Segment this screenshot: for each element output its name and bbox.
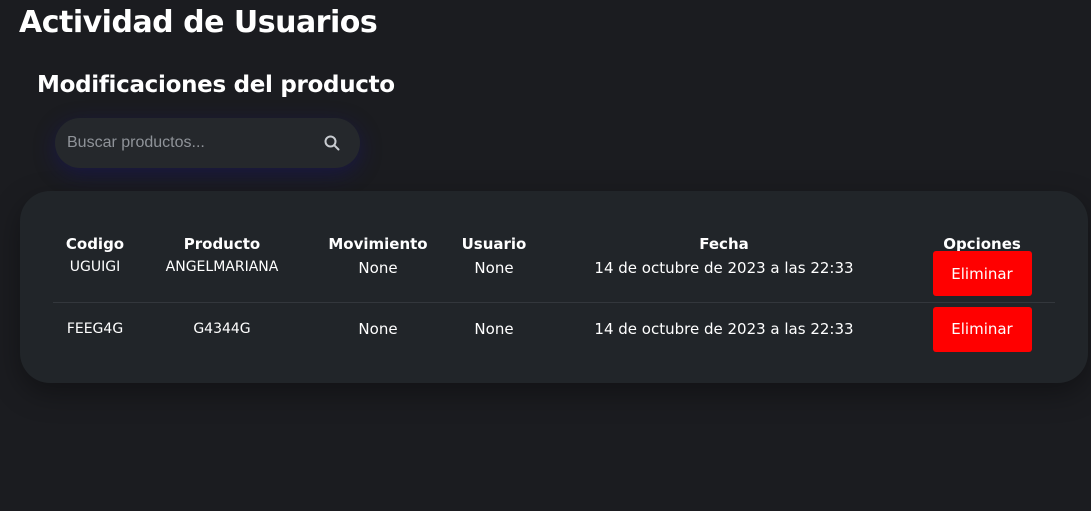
delete-button[interactable]: Eliminar: [932, 251, 1032, 296]
cell-opciones: Eliminar: [909, 251, 1055, 303]
table-row: UGUIGI ANGELMARIANA None None 14 de octu…: [53, 251, 1055, 303]
cell-opciones: Eliminar: [909, 303, 1055, 355]
column-header-producto: Producto: [183, 235, 261, 253]
cell-codigo: FEEG4G: [66, 321, 124, 337]
column-header-codigo: Codigo: [65, 235, 125, 253]
cell-usuario: None: [449, 255, 539, 303]
activity-table: Codigo Producto Movimiento Usuario Fecha…: [53, 217, 1055, 355]
column-header-usuario: Usuario: [461, 235, 527, 253]
cell-codigo: UGUIGI: [53, 255, 137, 303]
cell-producto: ANGELMARIANA: [137, 255, 307, 303]
column-header-opciones: Opciones: [943, 235, 1021, 253]
search-icon[interactable]: [323, 134, 341, 152]
cell-producto: G4344G: [193, 321, 251, 337]
table-header-row: Codigo Producto Movimiento Usuario Fecha…: [53, 217, 1055, 255]
search-input[interactable]: [67, 118, 307, 168]
cell-usuario: None: [474, 320, 514, 338]
cell-movimiento: None: [358, 320, 398, 338]
column-header-movimiento: Movimiento: [328, 235, 428, 253]
cell-fecha: 14 de octubre de 2023 a las 22:33: [594, 320, 854, 338]
cell-fecha: 14 de octubre de 2023 a las 22:33: [539, 255, 909, 303]
section-title: Modificaciones del producto: [37, 72, 395, 98]
page-title: Actividad de Usuarios: [19, 5, 378, 40]
table-row: FEEG4G G4344G None None 14 de octubre de…: [53, 303, 1055, 355]
cell-movimiento: None: [307, 255, 449, 303]
column-header-fecha: Fecha: [699, 235, 749, 253]
delete-button[interactable]: Eliminar: [932, 306, 1032, 352]
search-box[interactable]: [55, 118, 360, 168]
activity-table-card: Codigo Producto Movimiento Usuario Fecha…: [20, 191, 1088, 383]
page: Actividad de Usuarios Modificaciones del…: [0, 0, 1091, 511]
